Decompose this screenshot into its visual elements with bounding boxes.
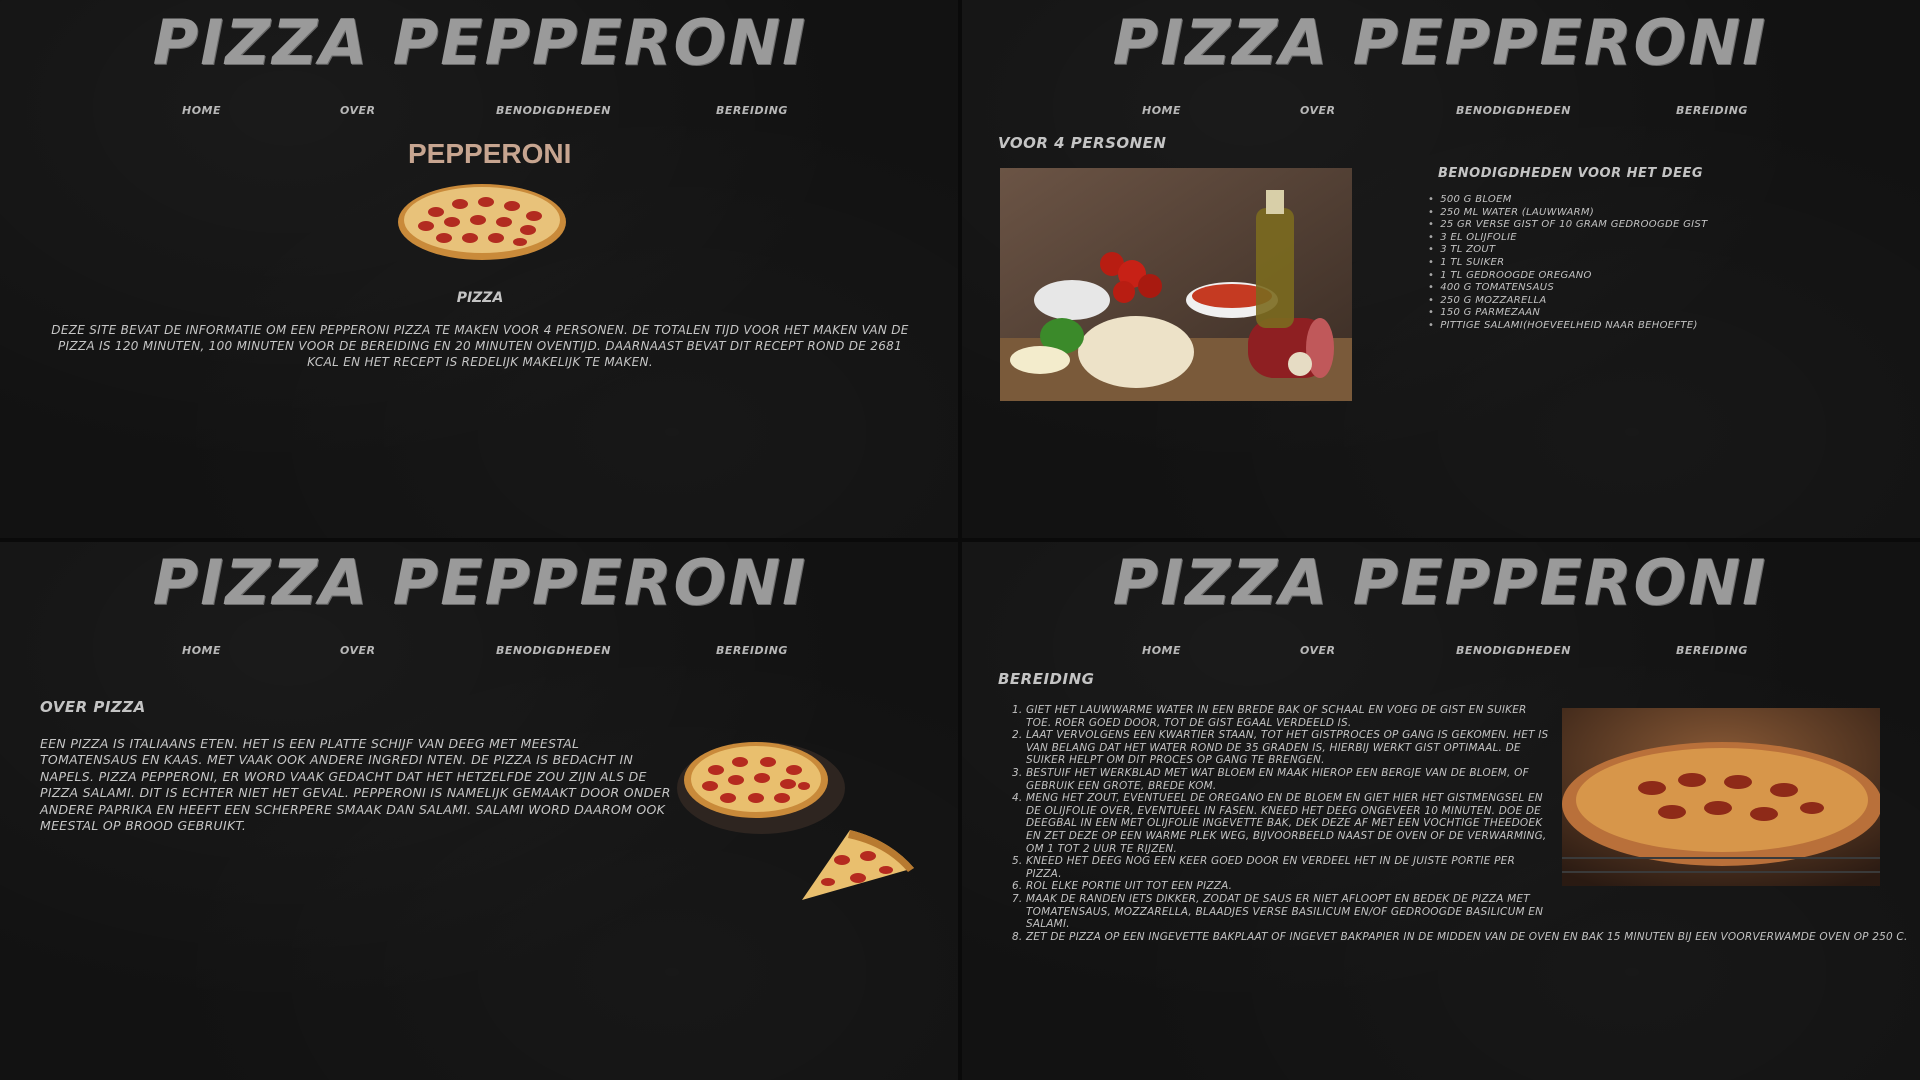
list-item: LAAT VERVOLGENS EEN KWARTIER STAAN, TOT … — [1026, 729, 1552, 767]
nav-home[interactable]: HOME — [182, 104, 221, 117]
pizza-caption: PIZZA — [456, 290, 504, 306]
nav-over[interactable]: OVER — [340, 644, 375, 657]
nav-bar: HOME OVER BENODIGDHEDEN BEREIDING — [960, 104, 1920, 124]
pepperoni-logo-text: PEPPERONI — [408, 138, 572, 169]
site-title: PIZZA PEPPERONI — [152, 546, 808, 619]
nav-over[interactable]: OVER — [340, 104, 375, 117]
nav-home[interactable]: HOME — [1142, 104, 1181, 117]
list-item: 3 EL OLIJFOLIE — [1428, 232, 1707, 245]
list-item: ZET DE PIZZA OP EEN INGEVETTE BAKPLAAT O… — [1026, 931, 1920, 944]
list-item: 250 G MOZZARELLA — [1428, 295, 1707, 308]
screenshot-grid: PIZZA PEPPERONI HOME OVER BENODIGDHEDEN … — [0, 0, 1920, 1080]
ingredients-list: 500 G BLOEM 250 ML WATER (LAUWWARM) 25 G… — [1428, 194, 1707, 333]
site-title: PIZZA PEPPERONI — [1112, 546, 1768, 619]
nav-benodigdheden[interactable]: BENODIGDHEDEN — [496, 104, 611, 117]
list-item: KNEED HET DEEG NOG EEN KEER GOED DOOR EN… — [1026, 855, 1552, 880]
list-item: BESTUIF HET WERKBLAD MET WAT BLOEM EN MA… — [1026, 767, 1552, 792]
over-page: PIZZA PEPPERONI HOME OVER BENODIGDHEDEN … — [0, 540, 960, 1080]
benodigdheden-page: PIZZA PEPPERONI HOME OVER BENODIGDHEDEN … — [960, 0, 1920, 540]
nav-home[interactable]: HOME — [182, 644, 221, 657]
list-item: 500 G BLOEM — [1428, 194, 1707, 207]
over-text: EEN PIZZA IS ITALIAANS ETEN. HET IS EEN … — [40, 736, 671, 834]
list-item: 1 TL SUIKER — [1428, 257, 1707, 270]
bereiding-heading: BEREIDING — [998, 670, 1095, 688]
panel-divider-horizontal — [0, 538, 1920, 542]
list-item: 150 G PARMEZAAN — [1428, 307, 1707, 320]
nav-benodigdheden[interactable]: BENODIGDHEDEN — [1456, 104, 1571, 117]
site-title: PIZZA PEPPERONI — [1112, 6, 1768, 79]
nav-home[interactable]: HOME — [1142, 644, 1181, 657]
nav-bereiding[interactable]: BEREIDING — [1676, 644, 1748, 657]
nav-bereiding[interactable]: BEREIDING — [716, 104, 788, 117]
list-item: 400 G TOMATENSAUS — [1428, 282, 1707, 295]
bereiding-page: PIZZA PEPPERONI HOME OVER BENODIGDHEDEN … — [960, 540, 1920, 1080]
nav-bereiding[interactable]: BEREIDING — [1676, 104, 1748, 117]
list-item: GIET HET LAUWWARME WATER IN EEN BREDE BA… — [1026, 704, 1552, 729]
persons-heading: VOOR 4 PERSONEN — [998, 134, 1167, 152]
nav-benodigdheden[interactable]: BENODIGDHEDEN — [1456, 644, 1571, 657]
list-item: PITTIGE SALAMI(HOEVEELHEID NAAR BEHOEFTE… — [1428, 320, 1707, 333]
list-item: ROL ELKE PORTIE UIT TOT EEN PIZZA. — [1026, 880, 1552, 893]
ingredients-photo — [1000, 168, 1352, 401]
list-item: 1 TL GEDROOGDE OREGANO — [1428, 270, 1707, 283]
list-item: 25 GR VERSE GIST OF 10 GRAM GEDROOGDE GI… — [1428, 219, 1707, 232]
nav-over[interactable]: OVER — [1300, 104, 1335, 117]
list-item: 250 ML WATER (LAUWWARM) — [1428, 207, 1707, 220]
nav-bar: HOME OVER BENODIGDHEDEN BEREIDING — [960, 644, 1920, 664]
pizza-logo-image — [398, 184, 566, 260]
nav-bar: HOME OVER BENODIGDHEDEN BEREIDING — [0, 104, 960, 124]
pizza-photo — [677, 742, 845, 834]
home-page: PIZZA PEPPERONI HOME OVER BENODIGDHEDEN … — [0, 0, 960, 540]
list-item: MAAK DE RANDEN IETS DIKKER, ZODAT DE SAU… — [1026, 893, 1552, 931]
ingredients-title: BENODIGDHEDEN VOOR HET DEEG — [1438, 166, 1703, 181]
nav-bereiding[interactable]: BEREIDING — [716, 644, 788, 657]
nav-benodigdheden[interactable]: BENODIGDHEDEN — [496, 644, 611, 657]
list-item: 3 TL ZOUT — [1428, 244, 1707, 257]
site-title: PIZZA PEPPERONI — [152, 6, 808, 79]
pizza-slice-photo — [802, 830, 914, 900]
intro-text: DEZE SITE BEVAT DE INFORMATIE OM EEN PEP… — [51, 323, 909, 369]
list-item: MENG HET ZOUT, EVENTUEEL DE OREGANO EN D… — [1026, 792, 1552, 855]
over-heading: OVER PIZZA — [40, 698, 146, 716]
steps-list: GIET HET LAUWWARME WATER IN EEN BREDE BA… — [1026, 704, 1920, 943]
nav-over[interactable]: OVER — [1300, 644, 1335, 657]
nav-bar: HOME OVER BENODIGDHEDEN BEREIDING — [0, 644, 960, 664]
